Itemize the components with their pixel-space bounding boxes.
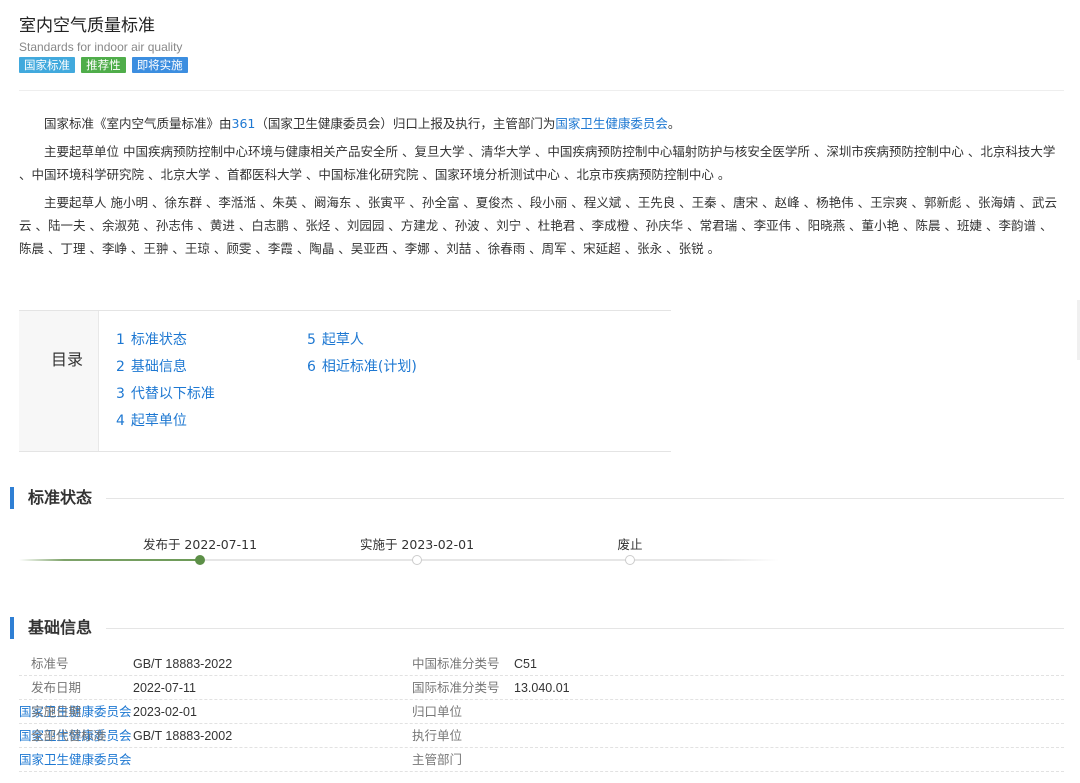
status-timeline: 发布于 2022-07-11 实施于 2023-02-01 废止 <box>19 534 779 574</box>
info-row: 主管部门 国家卫生健康委员会 <box>19 749 1064 772</box>
info-key-executing-unit: 执行单位 <box>412 728 463 743</box>
info-value-ics: 13.040.01 <box>514 681 570 695</box>
section-accent-bar <box>10 617 14 639</box>
toc-item-number: 1 <box>116 332 125 348</box>
toc-label: 目录 <box>51 350 84 369</box>
intro-text: （国家卫生健康委员会）归口上报及执行，主管部门为 <box>255 116 556 131</box>
authority-link[interactable]: 国家卫生健康委员会 <box>555 116 668 131</box>
tag-upcoming: 即将实施 <box>131 57 188 73</box>
tag-list: 国家标准 推荐性 即将实施 <box>19 57 1064 74</box>
info-row: 全部代替标准 GB/T 18883-2002 执行单位 国家卫生健康委员会 <box>19 725 1064 748</box>
timeline-dot-published <box>195 555 205 565</box>
toc-item-label: 代替以下标准 <box>130 386 215 402</box>
section-accent-bar <box>10 487 14 509</box>
toc-item-number: 2 <box>116 359 125 375</box>
section-divider <box>106 628 1064 629</box>
info-key-standard-number: 标准号 <box>31 656 69 671</box>
info-value-ccs: C51 <box>514 657 537 671</box>
page-subtitle: Standards for indoor air quality <box>19 40 183 54</box>
info-value-replaced-standard: GB/T 18883-2002 <box>133 729 233 743</box>
info-key-responsible-unit: 归口单位 <box>412 704 463 719</box>
toc-item-replaced-standards[interactable]: 3 代替以下标准 <box>116 381 215 408</box>
toc-item-basic-info[interactable]: 2 基础信息 <box>116 354 215 381</box>
toc-item-label: 起草单位 <box>130 413 187 429</box>
intro-text: 。 <box>667 116 681 131</box>
intro-text: 国家标准《室内空气质量标准》由 <box>44 116 232 131</box>
toc-item-label: 标准状态 <box>130 332 187 348</box>
info-key-competent-department: 主管部门 <box>412 752 463 767</box>
section-divider <box>106 498 1064 499</box>
table-of-contents: 目录 1 标准状态 2 基础信息 3 代替以下标准 4 起草单位 5 起草人 6 相近标准(… <box>19 310 671 452</box>
info-key-ics: 国际标准分类号 <box>412 680 500 695</box>
intro-paragraph-drafters: 主要起草人 施小明 、徐东群 、李湉湉 、朱英 、阚海东 、张寅平 、孙全富 、… <box>19 195 1057 256</box>
info-row: 发布日期 2022-07-11 国际标准分类号 13.040.01 <box>19 677 1064 700</box>
timeline-progress <box>19 559 200 561</box>
toc-column: 5 起草人 6 相近标准(计划) <box>307 327 417 381</box>
standard-header: 室内空气质量标准 Standards for indoor air qualit… <box>19 14 1064 74</box>
tag-recommended: 推荐性 <box>81 57 126 73</box>
info-value-publish-date: 2022-07-11 <box>133 681 197 695</box>
timeline-dot-effective <box>412 555 422 565</box>
page-title: 室内空气质量标准 <box>19 16 155 36</box>
toc-item-drafting-units[interactable]: 4 起草单位 <box>116 408 215 435</box>
intro-paragraph-authority: 国家标准《室内空气质量标准》由361（国家卫生健康委员会）归口上报及执行，主管部… <box>19 112 1064 135</box>
timeline-dot-abolished <box>625 555 635 565</box>
info-key-replaced-standard: 全部代替标准 <box>31 728 107 743</box>
toc-column: 1 标准状态 2 基础信息 3 代替以下标准 4 起草单位 <box>116 327 215 435</box>
toc-item-drafters[interactable]: 5 起草人 <box>307 327 417 354</box>
toc-item-label: 起草人 <box>321 332 364 348</box>
header-divider <box>19 90 1064 91</box>
intro-section: 国家标准《室内空气质量标准》由361（国家卫生健康委员会）归口上报及执行，主管部… <box>19 112 1064 265</box>
section-title: 标准状态 <box>28 488 93 507</box>
section-header-basic-info: 基础信息 <box>0 617 1064 639</box>
toc-item-number: 6 <box>307 359 316 375</box>
info-key-ccs: 中国标准分类号 <box>412 656 500 671</box>
toc-item-number: 4 <box>116 413 125 429</box>
info-value-effective-date: 2023-02-01 <box>133 705 197 719</box>
toc-item-number: 5 <box>307 332 316 348</box>
toc-item-label: 相近标准(计划) <box>321 359 417 375</box>
timeline-label-effective: 实施于 2023-02-01 <box>359 537 475 552</box>
committee-code-link[interactable]: 361 <box>232 116 256 131</box>
toc-item-number: 3 <box>116 386 125 402</box>
info-link-competent-department[interactable]: 国家卫生健康委员会 <box>19 752 132 767</box>
section-title: 基础信息 <box>28 618 93 637</box>
info-value-standard-number: GB/T 18883-2022 <box>133 657 233 671</box>
intro-paragraph-drafting-units: 主要起草单位 中国疾病预防控制中心环境与健康相关产品安全所 、复旦大学 、清华大… <box>19 144 1056 182</box>
info-row: 标准号 GB/T 18883-2022 中国标准分类号 C51 <box>19 653 1064 676</box>
toc-item-standard-status[interactable]: 1 标准状态 <box>116 327 215 354</box>
toc-item-label: 基础信息 <box>130 359 187 375</box>
toc-side-panel: 目录 <box>19 311 99 451</box>
info-row: 实施日期 2023-02-01 归口单位 国家卫生健康委员会 <box>19 701 1064 724</box>
timeline-label-abolished: 废止 <box>617 537 643 552</box>
tag-national-standard: 国家标准 <box>19 57 75 73</box>
section-header-status: 标准状态 <box>0 487 1064 509</box>
toc-item-similar-standards[interactable]: 6 相近标准(计划) <box>307 354 417 381</box>
info-key-effective-date: 实施日期 <box>31 704 82 719</box>
info-key-publish-date: 发布日期 <box>31 680 82 695</box>
timeline-label-published: 发布于 2022-07-11 <box>142 537 258 552</box>
